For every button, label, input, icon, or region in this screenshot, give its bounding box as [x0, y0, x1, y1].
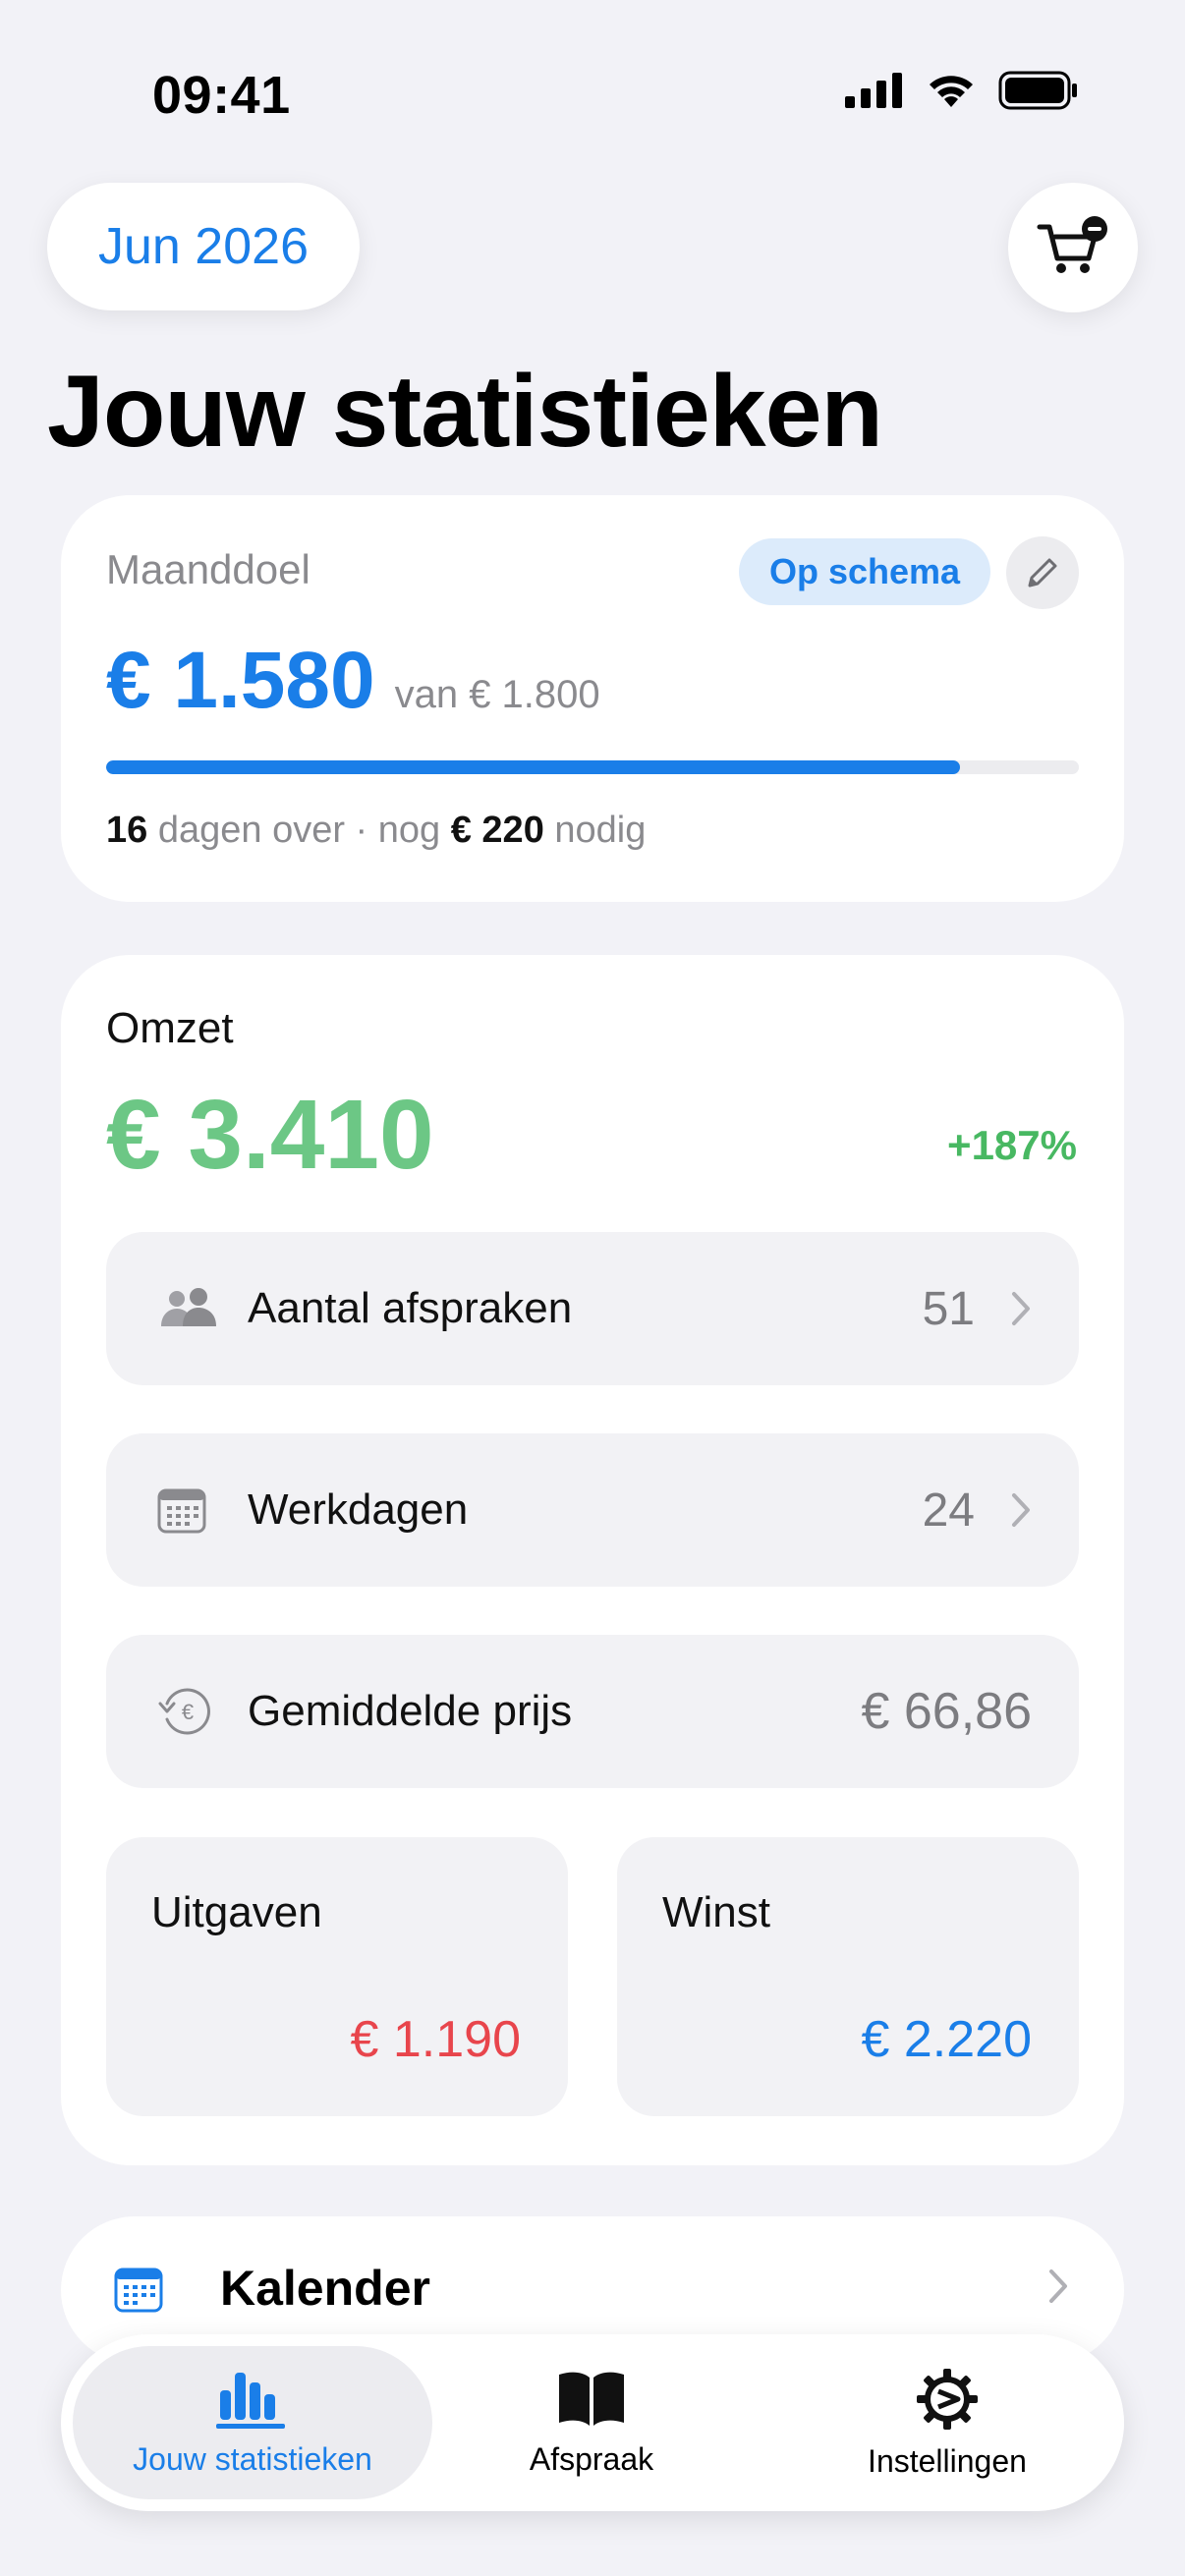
stat-row-average-price: € Gemiddelde prijs € 66,86 — [106, 1635, 1079, 1788]
profit-card: Winst € 2.220 — [617, 1837, 1079, 2116]
stat-value: 24 — [922, 1484, 975, 1537]
wifi-icon — [930, 76, 973, 107]
expenses-label: Uitgaven — [151, 1888, 322, 1936]
goal-label: Maanddoel — [106, 546, 310, 592]
book-icon — [559, 2372, 624, 2426]
chart-bar-icon — [216, 2372, 285, 2429]
tab-label: Jouw statistieken — [133, 2440, 372, 2477]
tab-statistics[interactable]: Jouw statistieken — [73, 2346, 432, 2499]
revenue-card: Omzet € 3.410 +187% Aantal afspraken 51 — [61, 955, 1124, 2165]
status-icons — [845, 71, 1079, 110]
expenses-value: € 1.190 — [350, 2011, 522, 2068]
stat-label: Aantal afspraken — [248, 1284, 573, 1332]
profit-value: € 2.220 — [861, 2011, 1033, 2068]
tab-bar: Jouw statistieken Afspraak Instellingen — [61, 2334, 1124, 2511]
cart-button[interactable] — [1008, 183, 1138, 312]
days-left-text: dagen over · nog — [157, 810, 441, 851]
edit-goal-button[interactable] — [1006, 536, 1079, 609]
status-time: 09:41 — [152, 66, 291, 125]
euro-history-icon: € — [157, 1686, 212, 1737]
stat-value: € 66,86 — [861, 1683, 1033, 1740]
profit-label: Winst — [662, 1888, 770, 1936]
expenses-card: Uitgaven € 1.190 — [106, 1837, 568, 2116]
revenue-label: Omzet — [106, 1004, 234, 1052]
tab-label: Instellingen — [868, 2442, 1027, 2479]
page-title: Jouw statistieken — [47, 355, 883, 469]
chevron-right-icon — [1010, 1290, 1032, 1327]
cart-remove-icon — [1037, 216, 1107, 273]
tab-appointment[interactable]: Afspraak — [454, 2346, 729, 2499]
revenue-amount: € 3.410 — [106, 1080, 434, 1190]
revenue-change: +187% — [947, 1122, 1077, 1168]
stat-row-workdays[interactable]: Werkdagen 24 — [106, 1433, 1079, 1587]
chevron-right-icon — [1047, 2268, 1069, 2310]
amount-needed: € 220 — [450, 810, 544, 851]
chevron-right-icon — [1010, 1491, 1032, 1529]
goal-target: van € 1.800 — [394, 673, 600, 716]
amount-needed-text: nodig — [554, 810, 647, 851]
tab-label: Afspraak — [529, 2440, 654, 2477]
pencil-icon — [1028, 558, 1057, 588]
battery-icon — [998, 71, 1077, 110]
calendar-icon — [157, 1486, 206, 1534]
goal-amount: € 1.580 — [106, 636, 375, 725]
people-icon — [157, 1287, 218, 1330]
goal-amount-row: € 1.580 van € 1.800 — [106, 635, 600, 727]
stat-label: Werkdagen — [248, 1485, 469, 1534]
cellular-signal-icon — [845, 73, 902, 108]
svg-text:€: € — [182, 1700, 194, 1724]
gear-icon — [917, 2368, 978, 2430]
stat-label: Gemiddelde prijs — [248, 1687, 573, 1735]
calendar-icon — [114, 2266, 163, 2318]
calendar-label: Kalender — [220, 2261, 430, 2316]
month-selector[interactable]: Jun 2026 — [47, 183, 360, 310]
stat-value: 51 — [922, 1282, 975, 1335]
status-bar: 09:41 — [0, 0, 1185, 187]
monthly-goal-card: Maanddoel Op schema € 1.580 van € 1.800 … — [61, 495, 1124, 902]
goal-progress-fill — [106, 760, 961, 774]
stat-row-appointments[interactable]: Aantal afspraken 51 — [106, 1232, 1079, 1385]
goal-footer: 16 dagen over · nog € 220 nodig — [106, 810, 646, 852]
status-badge: Op schema — [739, 538, 990, 605]
goal-progress-bar — [106, 760, 1079, 774]
tab-settings[interactable]: Instellingen — [800, 2346, 1095, 2499]
days-left: 16 — [106, 810, 148, 851]
